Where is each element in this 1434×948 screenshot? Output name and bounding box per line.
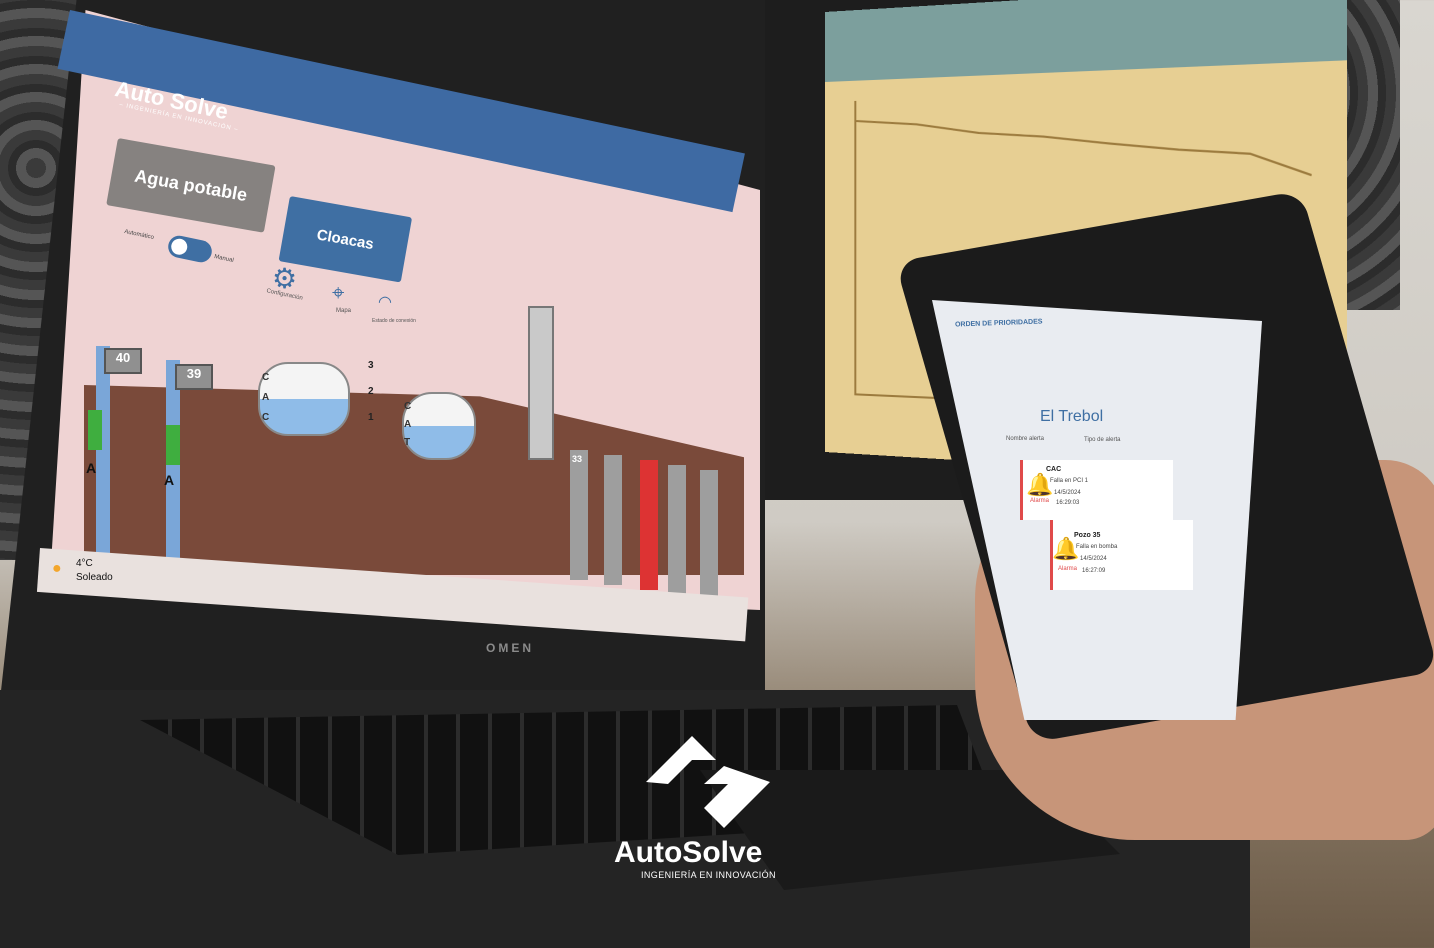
back-monitor-header xyxy=(825,0,1347,82)
alert-desc: Falla en bomba xyxy=(1076,544,1118,550)
weather-sun-icon: ● xyxy=(52,560,62,577)
sensor-letter-40: A xyxy=(86,460,97,476)
filter-alert-name[interactable]: Nombre alerta xyxy=(1006,436,1044,442)
tank-cat[interactable] xyxy=(402,392,476,460)
pump-3[interactable]: 3 xyxy=(368,360,374,371)
well-sensor-40 xyxy=(88,410,102,450)
well-pipe-40 xyxy=(96,346,110,556)
alert-time: 16:27:09 xyxy=(1082,568,1106,574)
phone-title: El Trebol xyxy=(1040,408,1104,425)
pump-1[interactable]: 1 xyxy=(368,412,374,423)
map-pin-icon[interactable]: ⌖ xyxy=(332,280,344,306)
weather-desc: Soleado xyxy=(76,572,113,583)
bottom-well[interactable] xyxy=(604,455,622,585)
tank-cac[interactable] xyxy=(258,362,350,436)
sensor-letter-39: A xyxy=(164,472,175,488)
well-label-39[interactable]: 39 xyxy=(175,364,213,390)
bottom-well-33-label: 33 xyxy=(572,454,583,464)
pump-2[interactable]: 2 xyxy=(368,386,374,397)
alert-time: 16:29:03 xyxy=(1056,500,1080,506)
wifi-icon[interactable]: ◠ xyxy=(378,292,392,312)
watermark-tagline: INGENIERÍA EN INNOVACIÓN xyxy=(641,870,776,880)
bell-icon: 🔔 xyxy=(1026,472,1054,497)
alert-name: Pozo 35 xyxy=(1074,532,1101,539)
autosolve-logo-mark xyxy=(646,736,770,828)
connection-label: Estado de conexión xyxy=(372,318,416,324)
bottom-well[interactable] xyxy=(668,465,686,595)
alert-date: 14/5/2024 xyxy=(1054,490,1081,496)
water-tower[interactable] xyxy=(528,306,554,460)
alert-date: 14/5/2024 xyxy=(1080,556,1107,562)
alert-type: Alarma xyxy=(1058,566,1078,572)
alert-name: CAC xyxy=(1046,466,1062,473)
filter-alert-type[interactable]: Tipo de alerta xyxy=(1084,437,1120,443)
bottom-well-alarm[interactable] xyxy=(640,460,658,590)
alert-desc: Falla en PCI 1 xyxy=(1050,478,1089,484)
weather-temp: 4°C xyxy=(76,558,93,569)
bottom-well[interactable] xyxy=(700,470,718,600)
alert-type: Alarma xyxy=(1030,498,1050,504)
tank-cat-label: CAT xyxy=(404,401,412,448)
map-label: Mapa xyxy=(336,308,352,314)
tank-cac-label: CAC xyxy=(262,372,270,423)
bottom-well-33[interactable] xyxy=(570,450,588,580)
laptop-logo: OMEN xyxy=(486,641,534,655)
well-label-40[interactable]: 40 xyxy=(104,348,142,374)
watermark-name: AutoSolve xyxy=(614,836,763,869)
well-sensor-39 xyxy=(166,425,180,465)
